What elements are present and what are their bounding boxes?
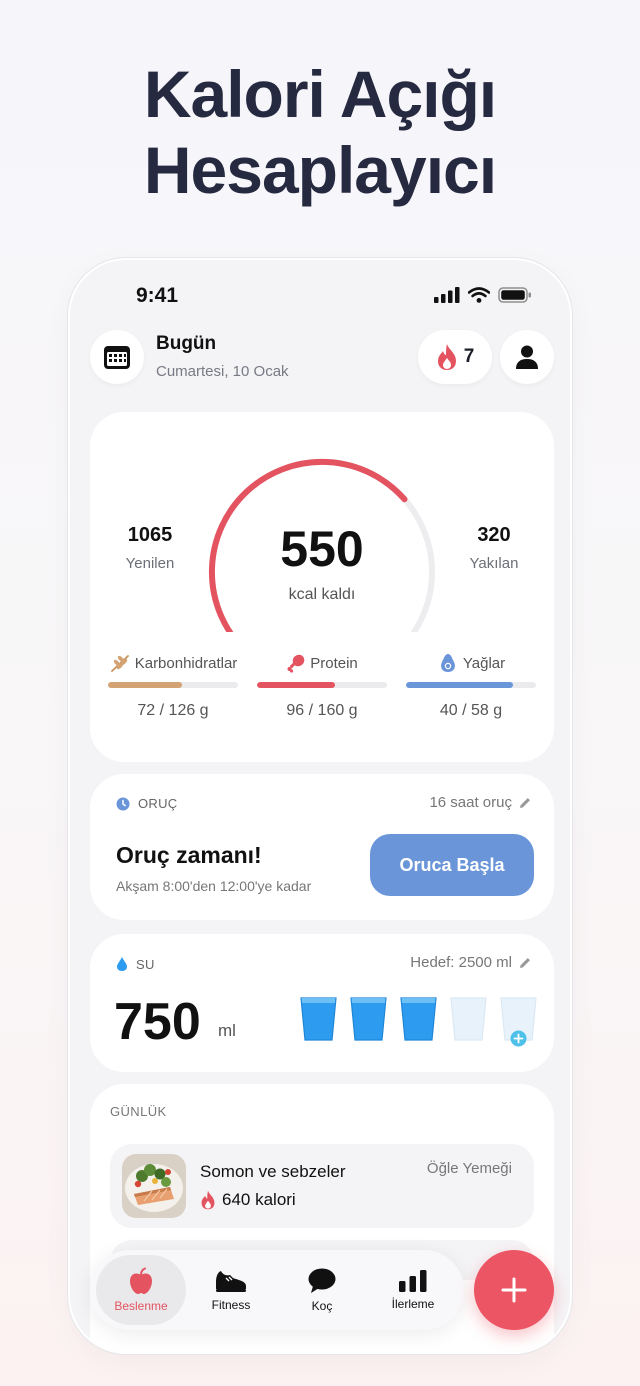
chat-icon: [308, 1268, 336, 1293]
nav-koc-label: Koç: [311, 1299, 333, 1313]
add-water-icon[interactable]: [510, 1030, 527, 1047]
pencil-icon: [520, 957, 530, 968]
avocado-icon: [440, 654, 455, 672]
diary-entry[interactable]: Somon ve sebzeler 640 kalori Öğle Yemeği: [110, 1144, 534, 1228]
macro-protein: Protein 96 / 160 g: [257, 652, 387, 720]
page-date: Cumartesi, 10 Ocak: [156, 363, 289, 380]
water-cup-full[interactable]: [350, 996, 387, 1042]
fasting-section-label: ORUÇ: [116, 796, 177, 811]
status-time: 9:41: [136, 284, 179, 307]
nav-ilerleme[interactable]: İlerleme: [370, 1250, 456, 1330]
macro-carbs-bar: [108, 682, 183, 688]
calendar-icon: [104, 346, 130, 369]
person-icon: [516, 345, 538, 369]
water-card: SU Hedef: 2500 ml 750 ml: [90, 934, 554, 1072]
fasting-plan-text: 16 saat oruç: [429, 794, 512, 811]
add-button[interactable]: [474, 1250, 554, 1330]
streak-count: 7: [463, 346, 475, 367]
water-unit: ml: [218, 1021, 236, 1040]
signal-icon: [434, 287, 460, 303]
diary-label: GÜNLÜK: [110, 1104, 167, 1119]
top-bar: Bugün Cumartesi, 10 Ocak 7: [90, 330, 554, 386]
macro-fats-label: Yağlar: [462, 654, 506, 672]
water-cup-empty[interactable]: [450, 996, 487, 1042]
water-cup-full[interactable]: [400, 996, 437, 1042]
water-section-label: SU: [116, 956, 155, 972]
fasting-subtitle: Akşam 8:00'den 12:00'ye kadar: [116, 878, 312, 894]
water-goal[interactable]: Hedef: 2500 ml: [410, 954, 532, 971]
drumstick-icon: [287, 654, 305, 673]
water-cups: [300, 996, 537, 1047]
burned-value: 320: [477, 524, 511, 546]
macro-carbs-label: Karbonhidratlar: [134, 654, 238, 672]
fasting-plan[interactable]: 16 saat oruç: [429, 794, 532, 811]
nav-fitness-label: Fitness: [211, 1298, 251, 1312]
food-calories-text: 640 kalori: [222, 1190, 296, 1209]
headline-line-2: Hesaplayıcı: [143, 133, 497, 207]
macro-carbs: Karbonhidratlar 72 / 126 g: [108, 652, 238, 720]
macro-protein-label: Protein: [310, 654, 358, 672]
apple-icon: [130, 1267, 152, 1294]
profile-button[interactable]: [500, 330, 554, 384]
nav-beslenme[interactable]: Beslenme: [96, 1255, 186, 1325]
macro-protein-bar: [257, 682, 335, 688]
status-icons: [434, 287, 532, 303]
streak-badge[interactable]: 7: [418, 330, 492, 384]
start-fasting-button[interactable]: Oruca Başla: [370, 834, 534, 896]
food-photo: [122, 1154, 186, 1218]
wheat-icon: [110, 655, 129, 672]
meal-type: Öğle Yemeği: [426, 1160, 512, 1177]
water-cup-empty[interactable]: [500, 996, 537, 1047]
nav-koc[interactable]: Koç: [279, 1250, 365, 1330]
headline-line-1: Kalori Açığı: [143, 57, 497, 131]
fasting-label: ORUÇ: [138, 796, 178, 811]
water-goal-text: Hedef: 2500 ml: [410, 954, 512, 971]
page-title: Bugün: [156, 333, 217, 354]
clock-icon: [116, 797, 130, 810]
phone-frame: 9:41 Bugün Cumartesi, 10 Ocak 7 1065 Yen…: [68, 258, 572, 1354]
macro-fats-value: 40 / 58 g: [439, 702, 503, 719]
plus-icon: [501, 1277, 527, 1303]
calendar-button[interactable]: [90, 330, 144, 384]
bar-chart-icon: [399, 1270, 427, 1292]
water-cup-full[interactable]: [300, 996, 337, 1042]
status-bar: 9:41: [70, 260, 570, 332]
marketing-headline: Kalori Açığı Hesaplayıcı: [0, 56, 640, 208]
battery-icon: [498, 287, 531, 303]
food-name: Somon ve sebzeler: [200, 1162, 346, 1181]
fasting-card: ORUÇ 16 saat oruç Oruç zamanı! Akşam 8:0…: [90, 774, 554, 920]
macro-fats-bar: [406, 682, 513, 688]
nav-fitness[interactable]: Fitness: [188, 1250, 274, 1330]
flame-icon: [437, 344, 456, 370]
water-label: SU: [136, 956, 155, 972]
water-drop-icon: [117, 957, 127, 971]
nav-beslenme-label: Beslenme: [114, 1299, 168, 1313]
bottom-nav: Beslenme Fitness Koç İlerleme: [90, 1250, 464, 1330]
shoe-icon: [216, 1271, 246, 1292]
macro-protein-value: 96 / 160 g: [286, 702, 358, 719]
macro-fats: Yağlar 40 / 58 g: [406, 652, 536, 720]
nav-ilerleme-label: İlerleme: [391, 1297, 435, 1311]
macro-carbs-value: 72 / 126 g: [137, 702, 209, 719]
flame-icon: [201, 1190, 215, 1210]
calorie-card: 1065 Yenilen 550 kcal kaldı 320 Yakılan …: [90, 412, 554, 762]
water-amount: 750: [114, 993, 201, 1051]
pencil-icon: [520, 797, 530, 808]
burned-label: Yakılan: [469, 555, 519, 572]
fasting-headline: Oruç zamanı!: [116, 842, 262, 868]
remaining-label: kcal kaldı: [288, 586, 356, 603]
food-calories: 640 kalori: [200, 1190, 296, 1210]
wifi-icon: [468, 287, 490, 303]
